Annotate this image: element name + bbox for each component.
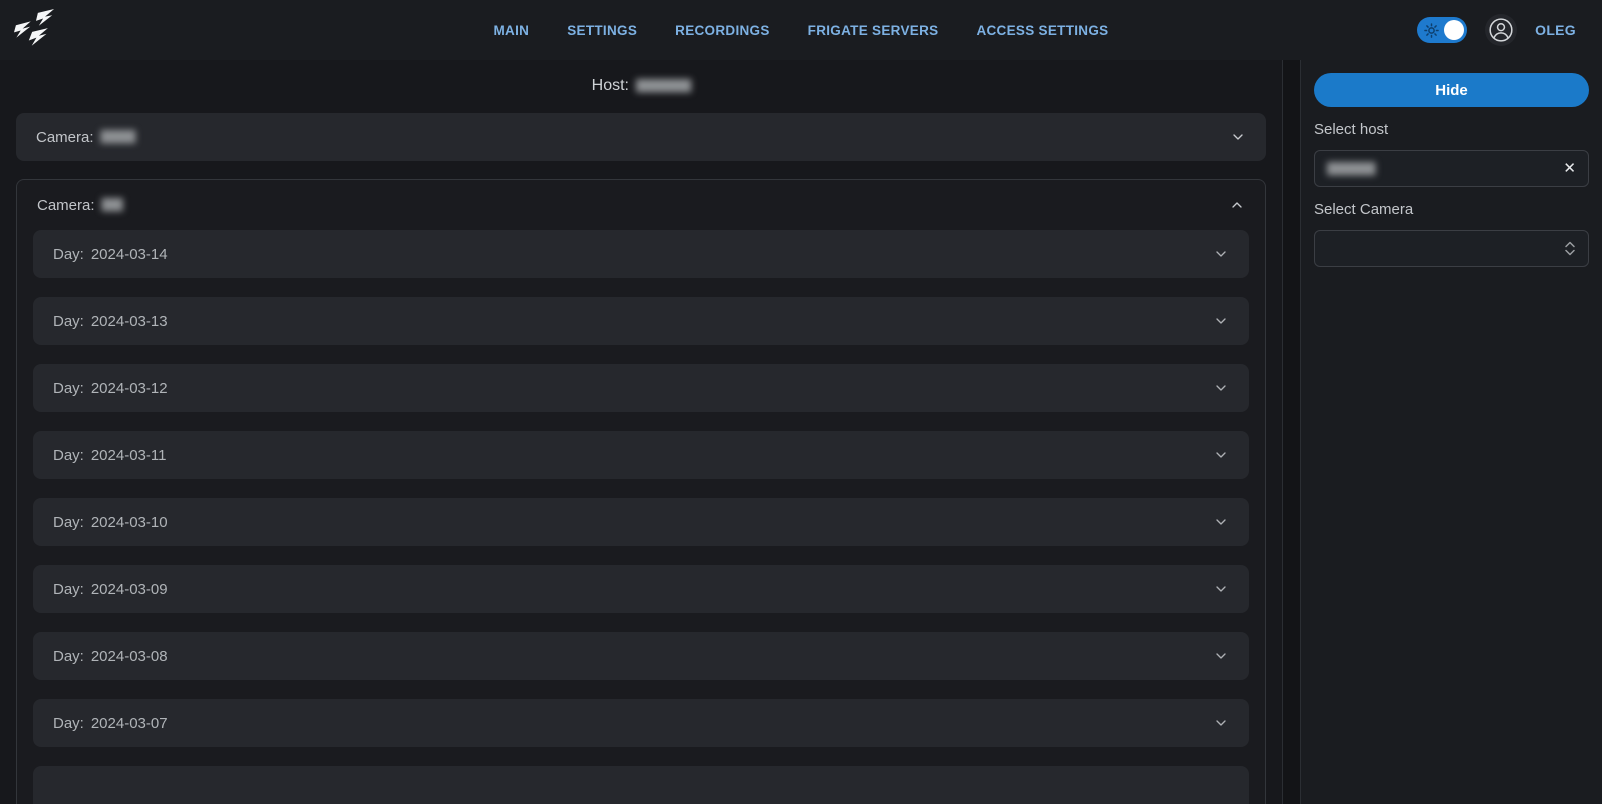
nav-item-main[interactable]: MAIN	[494, 23, 530, 38]
select-camera-label: Select Camera	[1314, 201, 1589, 218]
day-row[interactable]: Day: 2024-03-09	[33, 565, 1249, 613]
chevron-down-icon	[1213, 581, 1229, 597]
day-row[interactable]: Day: 2024-03-11	[33, 431, 1249, 479]
day-label: Day:	[53, 715, 84, 732]
filter-sidebar: Hide Select host ███████ ✕ Select Camera	[1300, 60, 1602, 804]
day-row[interactable]: Day: 2024-03-12	[33, 364, 1249, 412]
username[interactable]: OLEG	[1535, 22, 1576, 38]
camera-accordion-header[interactable]: Camera: ███	[33, 180, 1249, 230]
main-navigation: MAIN SETTINGS RECORDINGS FRIGATE SERVERS…	[0, 0, 1602, 60]
chevron-down-icon	[1213, 380, 1229, 396]
camera-accordion-collapsed[interactable]: Camera: █████	[16, 113, 1266, 161]
host-value-redacted: ████████	[636, 79, 690, 93]
day-date: 2024-03-14	[91, 246, 168, 263]
camera-select[interactable]	[1314, 230, 1589, 267]
main-content: Host: ████████ Camera: █████ Camera: ███	[0, 60, 1283, 804]
day-date: 2024-03-12	[91, 380, 168, 397]
sun-icon	[1424, 23, 1439, 38]
clear-host-icon[interactable]: ✕	[1563, 161, 1576, 176]
day-row[interactable]: Day: 2024-03-08	[33, 632, 1249, 680]
column-gap	[1283, 60, 1300, 804]
day-list: Day: 2024-03-14 Day: 2024-03	[33, 230, 1249, 747]
nav-item-access-settings[interactable]: ACCESS SETTINGS	[976, 23, 1108, 38]
day-date: 2024-03-08	[91, 648, 168, 665]
top-navbar: MAIN SETTINGS RECORDINGS FRIGATE SERVERS…	[0, 0, 1602, 60]
chevron-down-icon	[1213, 447, 1229, 463]
host-heading: Host: ████████	[16, 77, 1266, 95]
day-label: Day:	[53, 447, 84, 464]
frigate-birds-logo[interactable]	[12, 7, 64, 53]
camera-accordion-expanded: Camera: ███ Day: 2024-03-14	[16, 179, 1266, 804]
user-avatar-icon[interactable]	[1485, 14, 1517, 46]
nav-item-recordings[interactable]: RECORDINGS	[675, 23, 770, 38]
day-label: Day:	[53, 581, 84, 598]
hide-button[interactable]: Hide	[1314, 73, 1589, 107]
day-row[interactable]: Day: 2024-03-14	[33, 230, 1249, 278]
day-row-partial[interactable]	[33, 766, 1249, 804]
toggle-knob	[1444, 20, 1464, 40]
chevron-down-icon	[1213, 648, 1229, 664]
day-label: Day:	[53, 246, 84, 263]
chevron-up-icon	[1229, 197, 1245, 213]
day-label: Day:	[53, 380, 84, 397]
day-date: 2024-03-13	[91, 313, 168, 330]
chevron-down-icon	[1230, 129, 1246, 145]
chevron-down-icon	[1213, 514, 1229, 530]
day-date: 2024-03-11	[91, 447, 167, 464]
theme-toggle[interactable]	[1417, 17, 1467, 43]
day-date: 2024-03-09	[91, 581, 168, 598]
nav-item-frigate-servers[interactable]: FRIGATE SERVERS	[808, 23, 939, 38]
chevron-down-icon	[1213, 313, 1229, 329]
host-select-value-redacted: ███████	[1327, 162, 1375, 176]
day-date: 2024-03-10	[91, 514, 168, 531]
day-row[interactable]: Day: 2024-03-07	[33, 699, 1249, 747]
page-body: Host: ████████ Camera: █████ Camera: ███	[0, 60, 1602, 804]
day-date: 2024-03-07	[91, 715, 168, 732]
day-row[interactable]: Day: 2024-03-10	[33, 498, 1249, 546]
chevron-down-icon	[1213, 246, 1229, 262]
navbar-right-cluster: OLEG	[1417, 14, 1602, 46]
day-label: Day:	[53, 514, 84, 531]
select-host-label: Select host	[1314, 121, 1589, 138]
camera-label: Camera:	[36, 129, 94, 146]
host-select[interactable]: ███████ ✕	[1314, 150, 1589, 187]
day-row[interactable]: Day: 2024-03-13	[33, 297, 1249, 345]
host-label: Host:	[592, 77, 629, 95]
day-label: Day:	[53, 313, 84, 330]
select-updown-icon	[1564, 241, 1576, 256]
camera-name-redacted: █████	[101, 130, 135, 144]
chevron-down-icon	[1213, 715, 1229, 731]
camera-name-redacted: ███	[102, 198, 122, 212]
camera-label: Camera:	[37, 197, 95, 214]
day-label: Day:	[53, 648, 84, 665]
nav-item-settings[interactable]: SETTINGS	[567, 23, 637, 38]
